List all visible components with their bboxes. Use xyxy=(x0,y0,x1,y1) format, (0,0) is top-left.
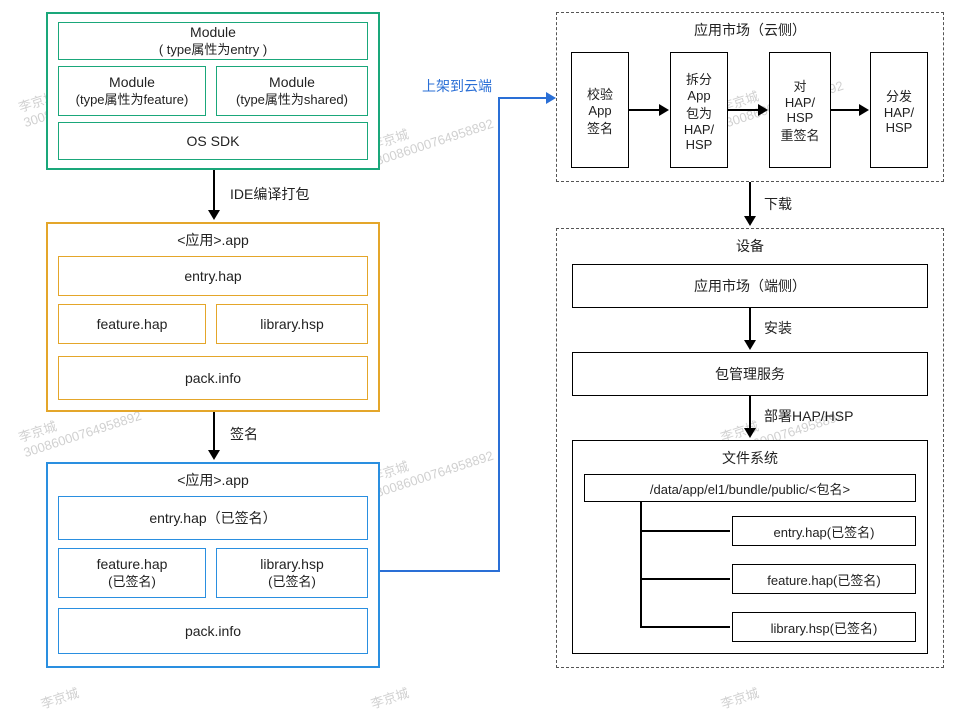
arrow-sign xyxy=(213,412,215,452)
label-download: 下载 xyxy=(764,194,792,214)
module-shared-sub: (type属性为shared) xyxy=(236,92,348,108)
device-market: 应用市场（端侧） xyxy=(572,264,928,308)
label-upload-cloud: 上架到云端 xyxy=(422,76,492,96)
label-ide-build: IDE编译打包 xyxy=(230,184,309,204)
arrowhead-icon xyxy=(546,92,556,104)
cloud-market-title: 应用市场（云侧） xyxy=(556,20,944,40)
watermark: 李京城 xyxy=(368,682,411,712)
cloud-step-distribute: 分发HAP/HSP xyxy=(870,52,928,168)
arrow-ide-build xyxy=(213,170,215,212)
file-system-title: 文件系统 xyxy=(572,448,928,468)
feature-hap-signed-title: feature.hap xyxy=(97,556,168,574)
arrowhead-icon xyxy=(758,104,768,116)
tree-line xyxy=(640,578,730,580)
module-entry-sub: ( type属性为entry ) xyxy=(159,42,267,58)
feature-hap: feature.hap xyxy=(58,304,206,344)
fs-library-hsp: library.hsp(已签名) xyxy=(732,612,916,642)
upload-line xyxy=(498,97,548,99)
os-sdk: OS SDK xyxy=(58,122,368,160)
cloud-step-split: 拆分App包为HAP/HSP xyxy=(670,52,728,168)
fs-feature-hap: feature.hap(已签名) xyxy=(732,564,916,594)
tree-line xyxy=(640,502,642,628)
module-feature-title: Module xyxy=(109,74,155,92)
t: App xyxy=(588,103,611,118)
library-hsp-signed-sub: (已签名) xyxy=(268,574,316,590)
arrowhead-icon xyxy=(744,216,756,226)
t: 包为 xyxy=(686,103,712,122)
t: HSP xyxy=(787,110,814,125)
tree-line xyxy=(640,626,730,628)
module-entry: Module ( type属性为entry ) xyxy=(58,22,368,60)
module-feature-sub: (type属性为feature) xyxy=(76,92,189,108)
arrowhead-icon xyxy=(208,450,220,460)
label-deploy: 部署HAP/HSP xyxy=(764,406,853,426)
arrow-download xyxy=(749,182,751,218)
arrowhead-icon xyxy=(744,340,756,350)
arrowhead-icon xyxy=(859,104,869,116)
entry-hap: entry.hap xyxy=(58,256,368,296)
arrow-install xyxy=(749,308,751,342)
arrowhead-icon xyxy=(744,428,756,438)
feature-hap-signed-sub: (已签名) xyxy=(108,574,156,590)
module-shared: Module (type属性为shared) xyxy=(216,66,368,116)
t: HAP/ xyxy=(684,122,714,137)
module-shared-title: Module xyxy=(269,74,315,92)
device-title: 设备 xyxy=(556,236,944,256)
module-entry-title: Module xyxy=(190,24,236,42)
t: 对 xyxy=(793,76,806,95)
module-feature: Module (type属性为feature) xyxy=(58,66,206,116)
t: HSP xyxy=(886,120,913,135)
t: HAP/ xyxy=(785,95,815,110)
upload-line xyxy=(498,97,500,572)
watermark: 李京城30086000764958892 xyxy=(368,430,495,500)
t: App xyxy=(687,88,710,103)
watermark: 李京城30086000764958892 xyxy=(368,98,495,168)
cloud-step-resign: 对HAP/HSP重签名 xyxy=(769,52,831,168)
t: HSP xyxy=(686,137,713,152)
app-unsigned-title: <应用>.app xyxy=(46,230,380,250)
feature-hap-signed: feature.hap (已签名) xyxy=(58,548,206,598)
watermark: 李京城 xyxy=(718,682,761,712)
cloud-arrow xyxy=(728,109,760,111)
package-manager: 包管理服务 xyxy=(572,352,928,396)
cloud-arrow xyxy=(831,109,861,111)
t: 分发 xyxy=(886,86,912,105)
arrowhead-icon xyxy=(208,210,220,220)
t: 重签名 xyxy=(780,125,819,144)
file-system-path: /data/app/el1/bundle/public/<包名> xyxy=(584,474,916,502)
label-sign: 签名 xyxy=(230,424,258,444)
library-hsp-signed: library.hsp (已签名) xyxy=(216,548,368,598)
library-hsp: library.hsp xyxy=(216,304,368,344)
t: 签名 xyxy=(587,118,613,137)
t: HAP/ xyxy=(884,105,914,120)
cloud-arrow xyxy=(629,109,661,111)
upload-line xyxy=(380,570,500,572)
pack-info: pack.info xyxy=(58,356,368,400)
tree-line xyxy=(640,530,730,532)
cloud-step-verify: 校验App签名 xyxy=(571,52,629,168)
label-install: 安装 xyxy=(764,318,792,338)
fs-entry-hap: entry.hap(已签名) xyxy=(732,516,916,546)
library-hsp-signed-title: library.hsp xyxy=(260,556,324,574)
t: 拆分 xyxy=(686,69,712,88)
arrow-deploy xyxy=(749,396,751,430)
pack-info-signed: pack.info xyxy=(58,608,368,654)
arrowhead-icon xyxy=(659,104,669,116)
entry-hap-signed: entry.hap（已签名） xyxy=(58,496,368,540)
app-signed-title: <应用>.app xyxy=(46,470,380,490)
watermark: 李京城 xyxy=(38,682,81,712)
t: 校验 xyxy=(587,84,613,103)
